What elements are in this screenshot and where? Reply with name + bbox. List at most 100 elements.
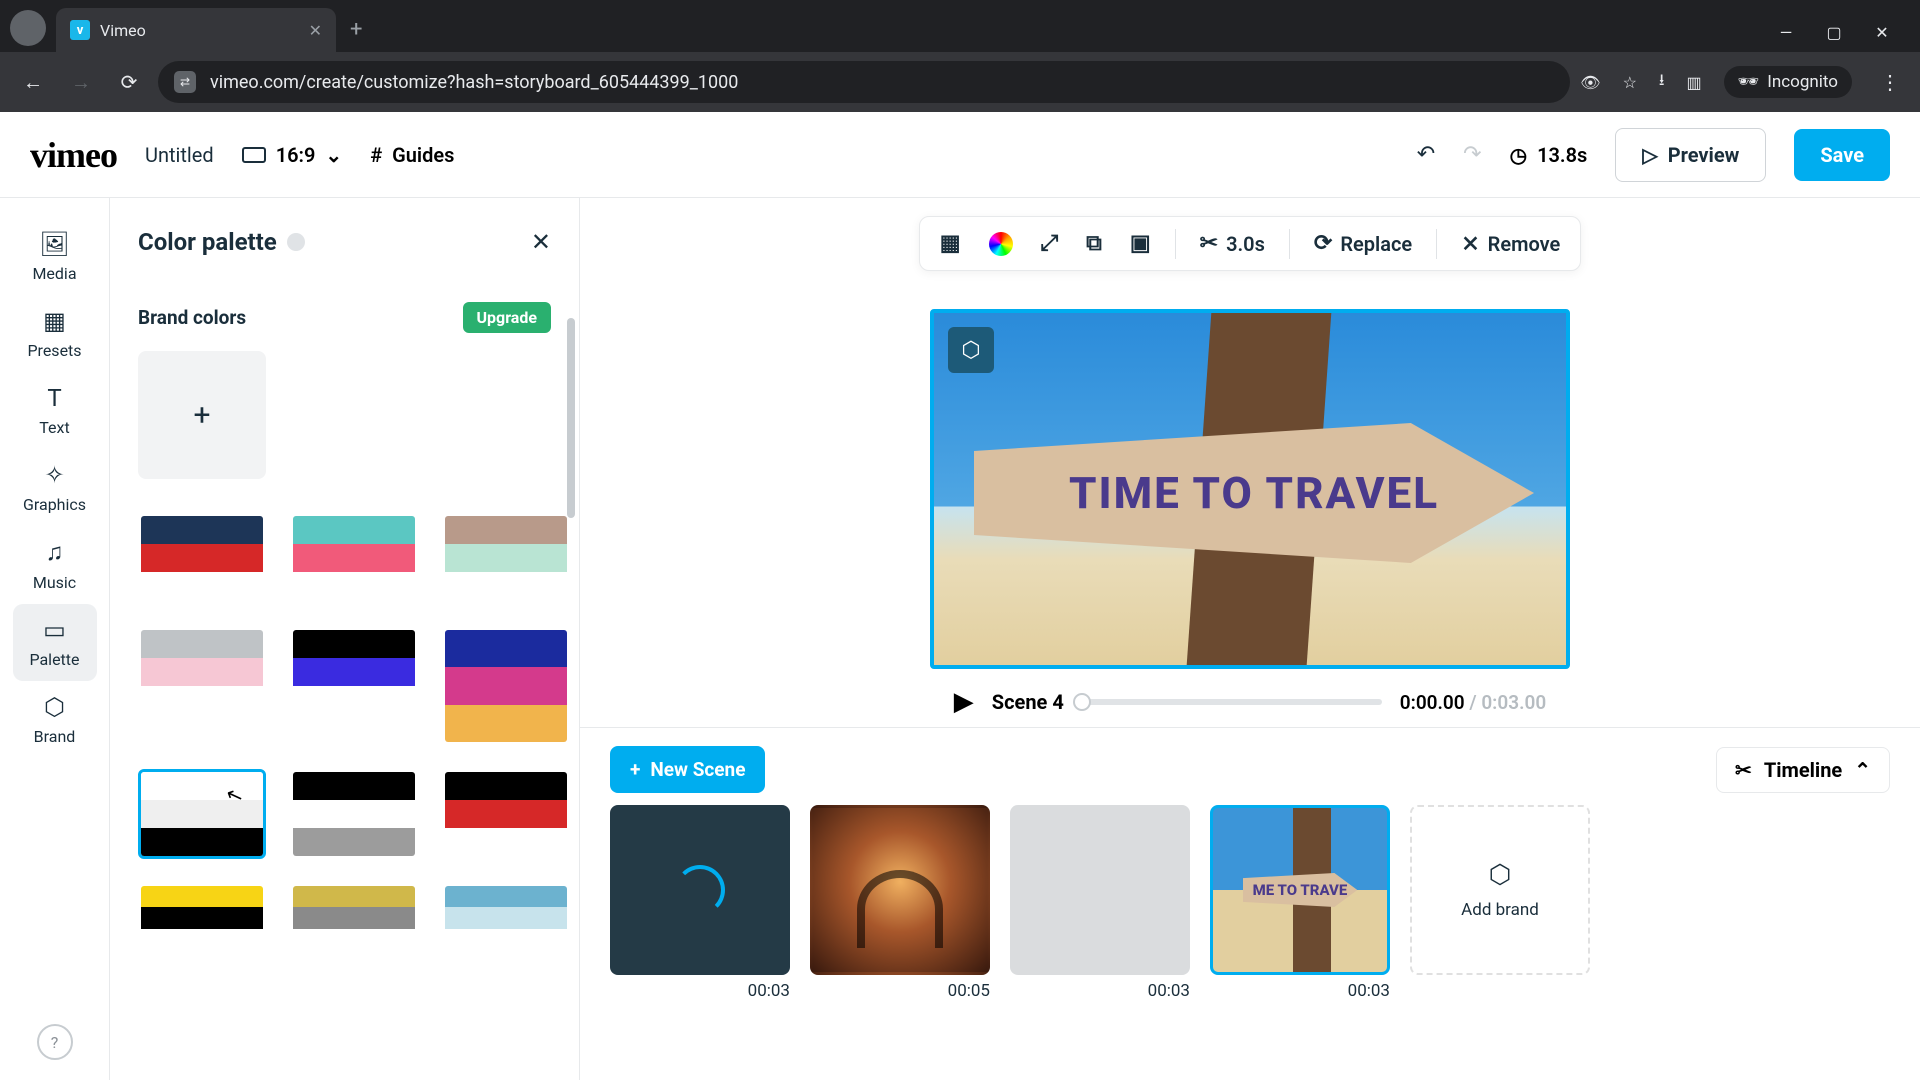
swatch-color	[141, 544, 263, 572]
layout-icon: ▦	[940, 231, 961, 256]
scene-thumbnail[interactable]	[610, 805, 790, 975]
canvas-stage[interactable]: TIME TO TRAVEL ⬡	[930, 309, 1570, 669]
info-icon[interactable]	[287, 233, 305, 251]
upgrade-button[interactable]: Upgrade	[463, 302, 552, 333]
site-info-icon[interactable]: ⇄	[174, 71, 196, 93]
reload-button[interactable]: ⟳	[110, 63, 148, 101]
aspect-ratio-selector[interactable]: 16:9 ⌄	[242, 143, 343, 167]
rail-item-presets[interactable]: ▦Presets	[13, 295, 97, 372]
scene-thumbnail[interactable]: ME TO TRAVE	[1210, 805, 1390, 975]
swatch-color	[293, 800, 415, 828]
swatch-color	[293, 658, 415, 686]
rail-item-graphics[interactable]: ✧Graphics	[13, 449, 97, 526]
palette-swatch[interactable]	[290, 883, 418, 953]
palette-swatch[interactable]	[138, 513, 266, 603]
browser-menu-icon[interactable]: ⋮	[1874, 70, 1906, 94]
eye-off-icon[interactable]: 👁	[1580, 73, 1600, 92]
replace-button[interactable]: ⟳ Replace	[1310, 225, 1416, 262]
palette-swatch[interactable]	[290, 769, 418, 859]
swatch-color	[141, 686, 263, 714]
aspect-ratio-label: 16:9	[276, 143, 316, 167]
fit-button[interactable]: ⤢	[1037, 225, 1063, 262]
swatch-color	[445, 516, 567, 544]
crop-button[interactable]: ▣	[1126, 225, 1155, 262]
layout-button[interactable]: ▦	[936, 225, 965, 262]
rail-item-brand[interactable]: ⬡Brand	[13, 681, 97, 758]
seek-handle[interactable]	[1073, 693, 1091, 711]
downloads-icon[interactable]: ⭳	[1659, 69, 1665, 96]
close-window-icon[interactable]: ✕	[1872, 23, 1892, 42]
help-button[interactable]: ?	[37, 1024, 73, 1060]
incognito-indicator[interactable]: 🕶 Incognito	[1724, 66, 1852, 98]
stage-brand-badge[interactable]: ⬡	[948, 327, 994, 373]
preview-button[interactable]: ▷ Preview	[1615, 128, 1766, 182]
back-button[interactable]: ←	[14, 63, 52, 101]
undo-button[interactable]: ↶	[1417, 142, 1435, 167]
maximize-icon[interactable]: ▢	[1824, 23, 1844, 42]
palette-swatch[interactable]	[138, 883, 266, 953]
color-button[interactable]	[985, 226, 1017, 262]
scene-card: 00:05	[810, 805, 990, 1001]
close-panel-icon[interactable]: ✕	[531, 228, 551, 256]
rail-item-label: Palette	[29, 650, 79, 669]
clock-icon: ◷	[1510, 143, 1527, 167]
stage-sign: TIME TO TRAVEL	[974, 423, 1534, 563]
new-scene-button[interactable]: + New Scene	[610, 746, 765, 793]
trim-button[interactable]: ✂ 3.0s	[1196, 225, 1269, 262]
browser-tab[interactable]: v Vimeo ✕	[56, 8, 336, 52]
expand-icon: ⤢	[1041, 231, 1059, 256]
left-rail: 🖼Media▦PresetsTText✧Graphics♫Music ▭ Palet…	[0, 198, 110, 1080]
vimeo-logo[interactable]: vimeo	[30, 134, 117, 176]
forward-button: →	[62, 63, 100, 101]
brand-icon: ⬡	[44, 693, 65, 721]
guides-button[interactable]: # Guides	[370, 143, 454, 167]
seek-slider[interactable]	[1082, 699, 1382, 705]
palette-icon: ▭	[43, 616, 66, 644]
swatch-color	[293, 907, 415, 928]
close-tab-icon[interactable]: ✕	[309, 21, 322, 40]
add-brand-card[interactable]: ⬡Add brand	[1410, 805, 1590, 975]
palette-swatch[interactable]	[442, 627, 570, 745]
palette-swatch[interactable]	[138, 627, 266, 717]
scrollbar-thumb[interactable]	[567, 318, 575, 518]
rail-item-palette[interactable]: ▭ Palette	[13, 604, 97, 681]
palette-swatch[interactable]	[290, 513, 418, 603]
stage-sign-text: TIME TO TRAVEL	[1069, 467, 1439, 519]
duration-indicator[interactable]: ◷ 13.8s	[1510, 143, 1588, 167]
palette-swatch[interactable]	[138, 769, 266, 859]
rail-item-music[interactable]: ♫Music	[13, 526, 97, 604]
address-bar[interactable]: ⇄ vimeo.com/create/customize?hash=storyb…	[158, 61, 1570, 103]
scene-card: ME TO TRAVE00:03	[1210, 805, 1390, 1001]
incognito-label: Incognito	[1767, 72, 1838, 92]
preview-label: Preview	[1668, 143, 1740, 167]
rail-item-media[interactable]: 🖼Media	[13, 218, 97, 295]
palette-swatch[interactable]	[290, 627, 418, 717]
save-button[interactable]: Save	[1794, 129, 1890, 181]
remove-button[interactable]: ⨯ Remove	[1457, 225, 1564, 262]
sidepanel-icon[interactable]: ▥	[1687, 73, 1702, 92]
duration-sep: /	[1465, 691, 1482, 714]
palette-swatch[interactable]	[442, 513, 570, 603]
swatch-color	[141, 828, 263, 856]
profile-avatar[interactable]	[10, 10, 46, 46]
scene-thumbnail[interactable]	[810, 805, 990, 975]
scene-time: 00:03	[748, 981, 790, 1001]
timeline-toggle[interactable]: ✂ Timeline ⌃	[1716, 747, 1890, 793]
palette-swatch[interactable]	[442, 883, 570, 953]
rail-item-text[interactable]: TText	[13, 372, 97, 449]
swatch-color	[141, 886, 263, 907]
bookmark-star-icon[interactable]: ☆	[1623, 73, 1637, 92]
text-icon: T	[47, 384, 61, 412]
add-brand-label: Add brand	[1461, 900, 1539, 920]
palette-swatch[interactable]	[442, 769, 570, 859]
scene-thumbnail[interactable]	[1010, 805, 1190, 975]
new-tab-button[interactable]: +	[336, 7, 376, 52]
scissors-icon: ✂	[1735, 758, 1752, 782]
add-brand-color-button[interactable]: +	[138, 351, 266, 479]
scene-label: Scene 4	[992, 690, 1064, 714]
link-button[interactable]: ⧉	[1082, 225, 1106, 262]
minimize-icon[interactable]: —	[1776, 23, 1796, 42]
project-title[interactable]: Untitled	[145, 143, 214, 167]
swatch-color	[293, 544, 415, 572]
play-button[interactable]: ▶	[954, 687, 974, 717]
